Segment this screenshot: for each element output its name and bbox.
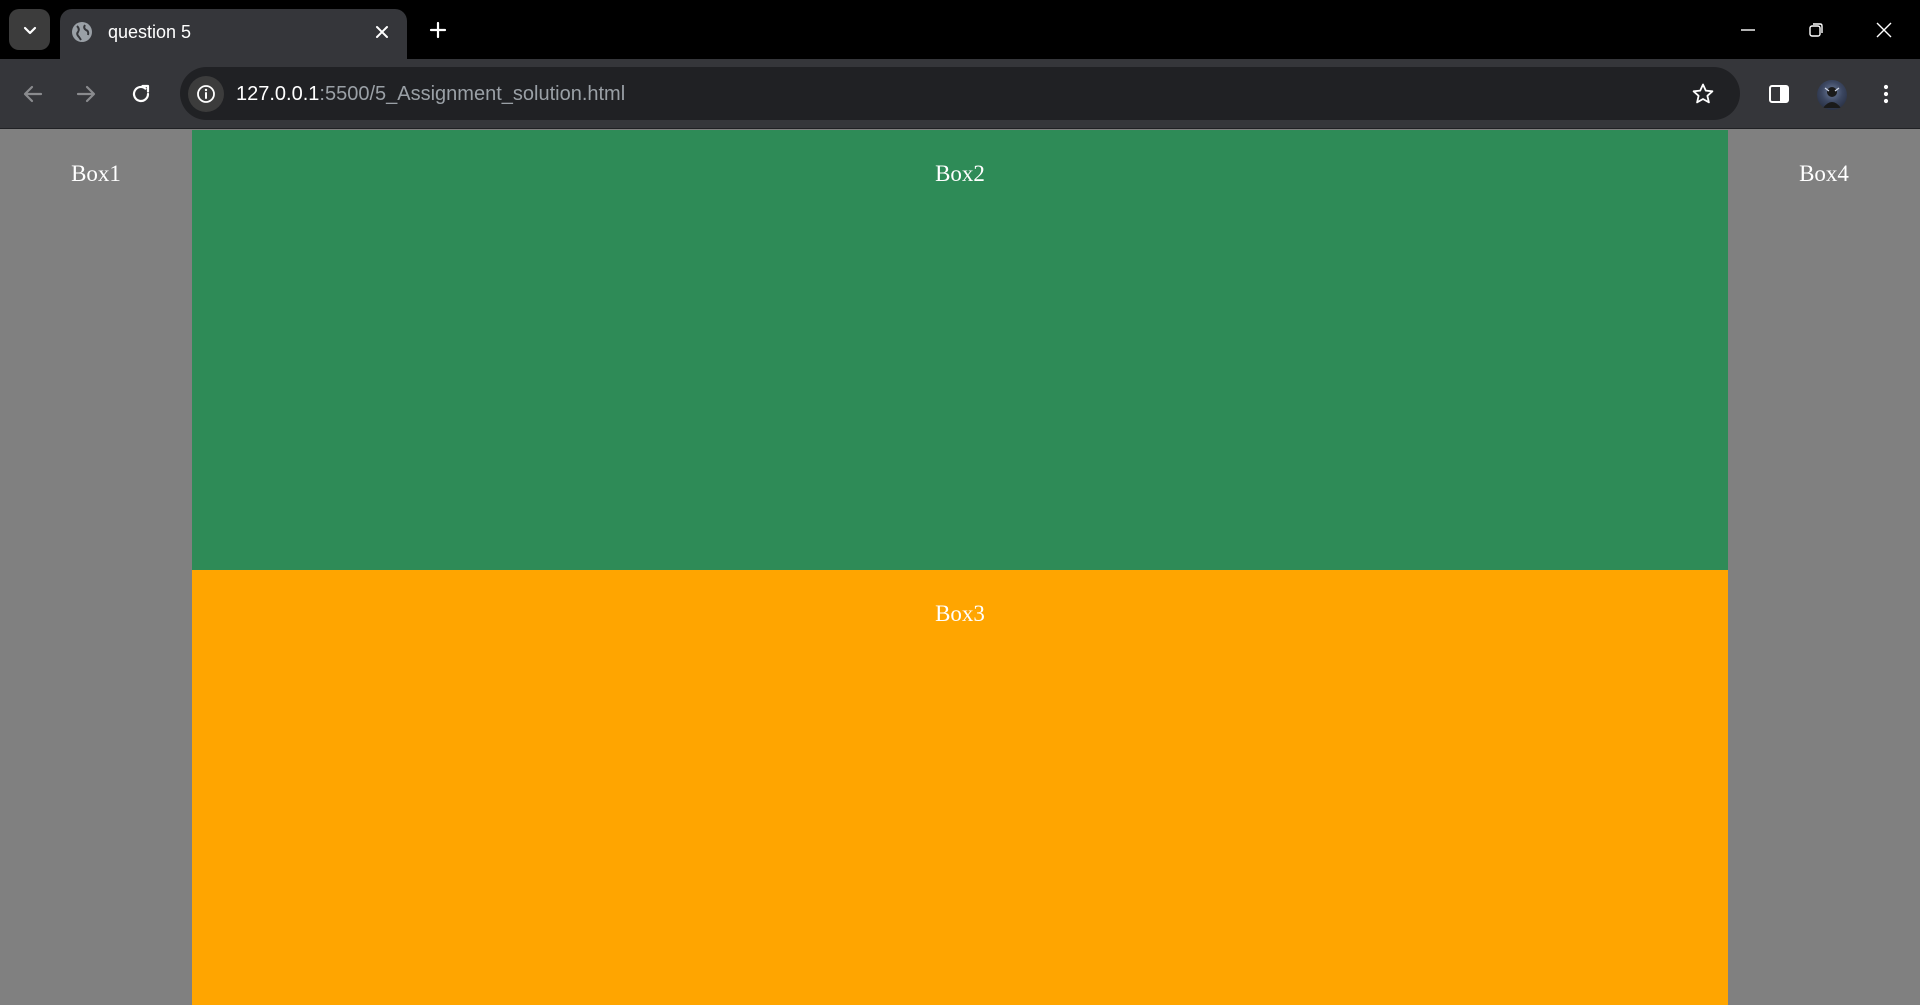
minimize-button[interactable]	[1728, 10, 1768, 50]
box4: Box4	[1728, 130, 1920, 1005]
url-text[interactable]: 127.0.0.1:5500/5_Assignment_solution.htm…	[236, 81, 625, 107]
globe-icon	[72, 22, 92, 42]
reload-icon	[132, 84, 150, 103]
url-host: 127.0.0.1	[236, 83, 320, 105]
box2: Box2	[192, 130, 1728, 570]
info-icon	[197, 85, 215, 103]
box1: Box1	[0, 130, 192, 1005]
restore-button[interactable]	[1796, 10, 1836, 50]
profile-avatar[interactable]	[1817, 80, 1847, 110]
bookmark-button[interactable]	[1686, 77, 1720, 111]
forward-button[interactable]	[66, 74, 106, 114]
reload-button[interactable]	[121, 74, 161, 114]
tab-close-button[interactable]	[369, 19, 395, 45]
back-button[interactable]	[13, 74, 53, 114]
new-tab-button[interactable]	[422, 14, 454, 46]
star-icon	[1692, 83, 1714, 104]
box4-label: Box4	[1799, 161, 1849, 186]
plus-icon	[429, 21, 447, 39]
arrow-right-icon	[76, 85, 96, 103]
tab-strip: question 5	[0, 0, 1920, 59]
chevron-down-icon	[23, 26, 36, 34]
tab-title: question 5	[108, 22, 192, 42]
box2-label: Box2	[935, 161, 985, 186]
browser-menu-button[interactable]	[1866, 74, 1906, 114]
arrow-left-icon	[23, 85, 43, 103]
browser-toolbar: 127.0.0.1:5500/5_Assignment_solution.htm…	[0, 59, 1920, 129]
box1-label: Box1	[71, 161, 121, 186]
minimize-icon	[1741, 29, 1755, 31]
tab-search-button[interactable]	[9, 9, 50, 50]
close-icon	[376, 26, 388, 38]
side-panel-icon	[1769, 85, 1789, 103]
close-icon	[1876, 22, 1892, 38]
box3: Box3	[192, 570, 1728, 1005]
avatar-icon	[1823, 87, 1841, 108]
page-viewport: Box1 Box2 Box3 Box4	[0, 130, 1920, 1005]
window-close-button[interactable]	[1864, 10, 1904, 50]
box3-label: Box3	[935, 601, 985, 626]
address-bar[interactable]: 127.0.0.1:5500/5_Assignment_solution.htm…	[180, 67, 1740, 120]
browser-tab[interactable]: question 5	[60, 9, 407, 59]
site-info-button[interactable]	[188, 76, 224, 112]
url-path: :5500/5_Assignment_solution.html	[319, 83, 626, 105]
restore-icon	[1809, 23, 1823, 37]
side-panel-button[interactable]	[1759, 74, 1799, 114]
kebab-menu-icon	[1883, 84, 1889, 104]
